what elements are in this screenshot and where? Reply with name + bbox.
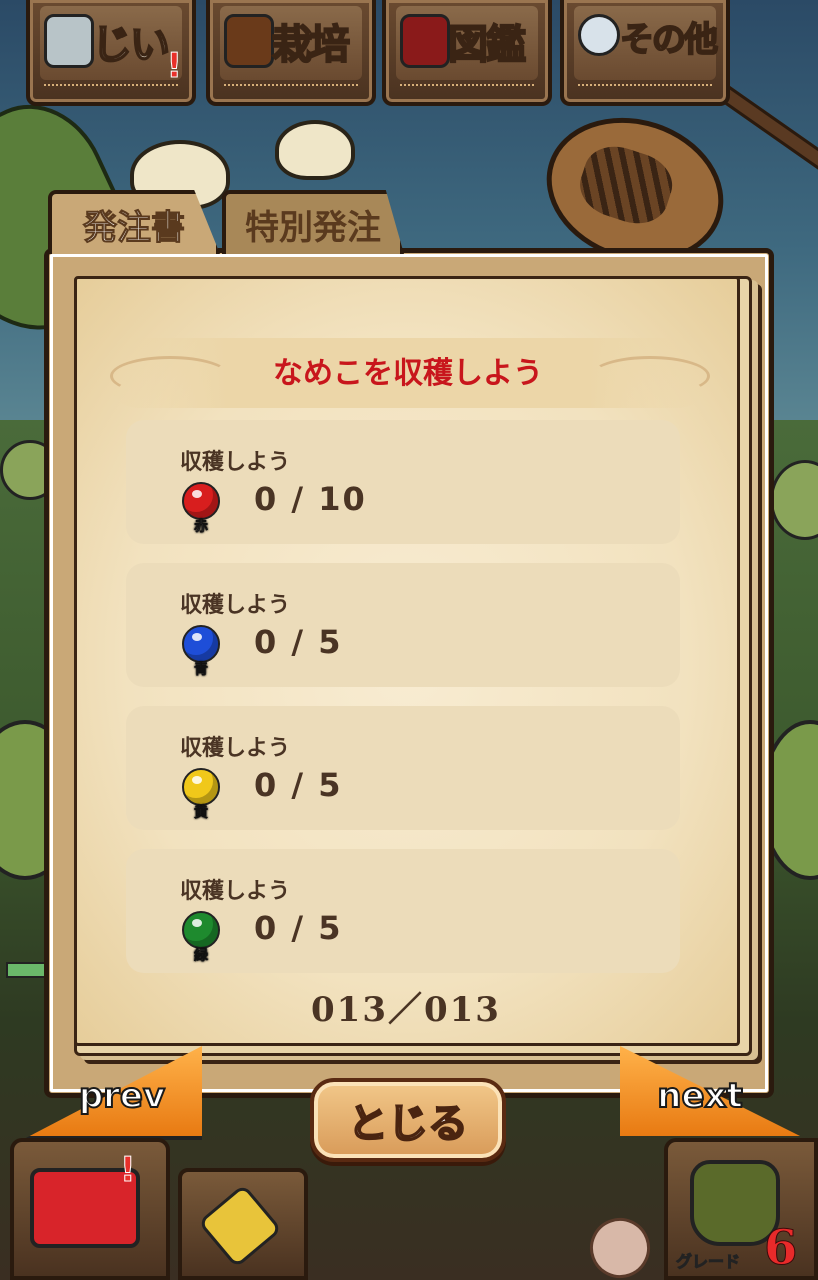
alert-icon: !	[120, 1150, 136, 1191]
magnifier-icon	[578, 14, 620, 56]
side-gauge	[6, 962, 46, 978]
menu-label: 栽培	[271, 21, 351, 69]
menu-label: じい	[91, 21, 171, 69]
menu-button-cultivate[interactable]: 栽培	[206, 0, 376, 106]
task-label: 収穫しよう	[180, 879, 291, 904]
page-indicator: 013／013	[311, 990, 501, 1030]
grade-label: グレード	[675, 1252, 741, 1272]
task-label: 収穫しよう	[180, 736, 291, 761]
alert-icon: !	[166, 46, 182, 87]
menu-label: 図鑑	[447, 21, 527, 69]
menu-label: その他	[619, 19, 719, 61]
menu-button-encyclopedia[interactable]: 図鑑	[382, 0, 552, 106]
tab-label: 発注書	[83, 207, 186, 248]
task-label: 収穫しよう	[180, 593, 291, 618]
task-row: 収穫しよう 青 0 / 5	[126, 563, 680, 687]
red-orb-icon	[182, 482, 220, 520]
grade-value: 6	[763, 1220, 798, 1277]
prev-label: prev	[78, 1075, 166, 1117]
next-label: next	[656, 1075, 743, 1117]
acorn-icon	[224, 14, 274, 68]
next-button[interactable]: next	[620, 1046, 800, 1136]
book-icon	[400, 14, 450, 68]
task-progress: 0 / 10	[254, 480, 367, 518]
top-menu: じい ! 栽培 図鑑 その他	[26, 0, 734, 108]
menu-button-jii[interactable]: じい !	[26, 0, 196, 106]
task-row: 収穫しよう 赤 0 / 10	[126, 420, 680, 544]
task-row: 収穫しよう 黄 0 / 5	[126, 706, 680, 830]
close-button[interactable]: とじる	[310, 1078, 506, 1162]
task-color-name: 黄	[194, 805, 209, 822]
prev-button[interactable]: prev	[22, 1046, 202, 1136]
task-color-name: 青	[194, 662, 209, 679]
task-progress: 0 / 5	[254, 623, 343, 661]
task-color-name: 赤	[194, 519, 209, 536]
task-progress: 0 / 5	[254, 909, 343, 947]
green-orb-icon	[182, 911, 220, 949]
task-color-name: 緑	[194, 948, 209, 965]
blue-orb-icon	[182, 625, 220, 663]
menu-button-other[interactable]: その他	[560, 0, 730, 106]
task-label: 収穫しよう	[180, 450, 291, 475]
yellow-orb-icon	[182, 768, 220, 806]
bell-flower-decoration	[275, 120, 355, 180]
task-progress: 0 / 5	[254, 766, 343, 804]
order-title: なめこを収穫しよう	[273, 356, 543, 391]
task-row: 収穫しよう 緑 0 / 5	[126, 849, 680, 973]
tab-order-form[interactable]: 発注書	[48, 190, 220, 254]
tab-special-order[interactable]: 特別発注	[222, 190, 404, 254]
tab-label: 特別発注	[245, 207, 381, 248]
fish-icon	[44, 14, 94, 68]
